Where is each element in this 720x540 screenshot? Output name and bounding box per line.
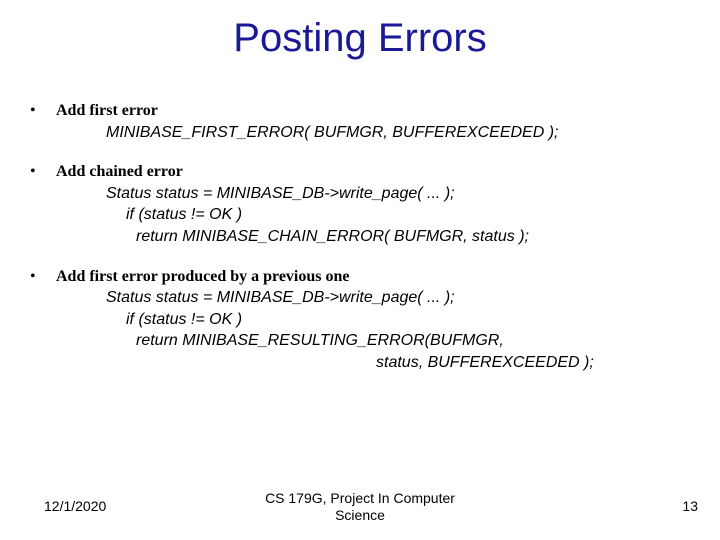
code-line: return MINIBASE_RESULTING_ERROR(BUFMGR, [136, 330, 690, 352]
code-line: if (status != OK ) [126, 204, 690, 226]
bullet-item: • Add first error MINIBASE_FIRST_ERROR( … [30, 100, 690, 143]
code-line: if (status != OK ) [126, 309, 690, 331]
bullet-content: Add first error MINIBASE_FIRST_ERROR( BU… [56, 100, 690, 143]
footer-center: CS 179G, Project In Computer Science [0, 490, 720, 524]
bullet-dot-icon: • [30, 161, 50, 183]
bullet-item: • Add chained error Status status = MINI… [30, 161, 690, 247]
bullet-content: Add first error produced by a previous o… [56, 266, 690, 374]
bullet-heading: Add first error [56, 100, 690, 122]
code-line: Status status = MINIBASE_DB->write_page(… [106, 183, 690, 205]
code-line: Status status = MINIBASE_DB->write_page(… [106, 287, 690, 309]
bullet-heading: Add first error produced by a previous o… [56, 266, 690, 288]
bullet-item: • Add first error produced by a previous… [30, 266, 690, 374]
bullet-dot-icon: • [30, 100, 50, 122]
slide: Posting Errors • Add first error MINIBAS… [0, 0, 720, 540]
code-line: status, BUFFEREXCEEDED ); [376, 352, 690, 374]
slide-body: • Add first error MINIBASE_FIRST_ERROR( … [30, 100, 690, 392]
bullet-content: Add chained error Status status = MINIBA… [56, 161, 690, 247]
bullet-dot-icon: • [30, 266, 50, 288]
slide-title: Posting Errors [0, 16, 720, 61]
code-line: return MINIBASE_CHAIN_ERROR( BUFMGR, sta… [136, 226, 690, 248]
code-line: MINIBASE_FIRST_ERROR( BUFMGR, BUFFEREXCE… [106, 122, 690, 144]
bullet-heading: Add chained error [56, 161, 690, 183]
footer-page-number: 13 [682, 498, 698, 514]
